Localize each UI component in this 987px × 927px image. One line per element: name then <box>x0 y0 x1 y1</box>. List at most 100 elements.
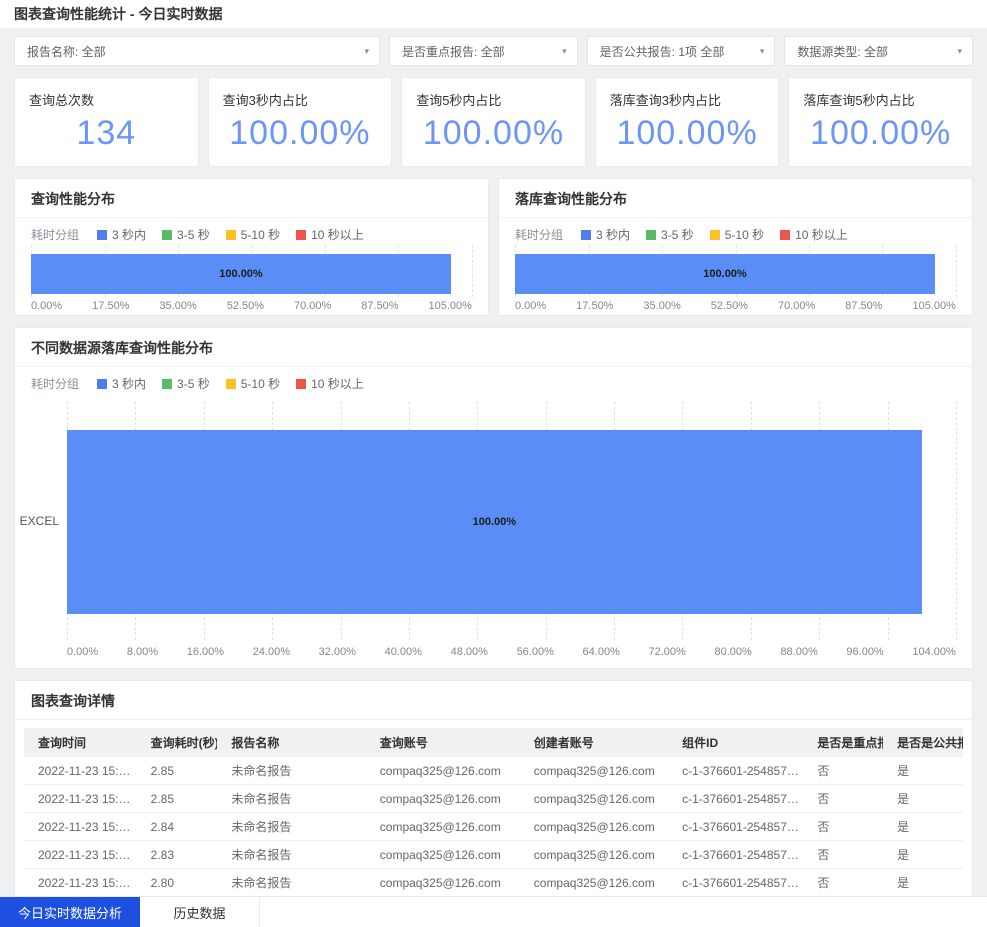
x-tick: 64.00% <box>583 646 620 658</box>
x-tick: 48.00% <box>451 646 488 658</box>
x-tick: 104.00% <box>912 646 955 658</box>
legend-label: 3 秒内 <box>112 226 146 243</box>
kpi-value: 134 <box>15 114 198 153</box>
cell-query-account: compaq325@126.com <box>366 785 520 813</box>
cell-is-key-report: 否 <box>803 813 883 841</box>
gridline <box>956 245 957 297</box>
col-query-duration-label: 查询耗时(秒) <box>151 736 218 750</box>
legend-item-3-5s[interactable]: 3-5 秒 <box>162 226 210 243</box>
legend-swatch-icon <box>296 230 306 240</box>
col-report-name: 报告名称 <box>217 728 365 757</box>
legend-item-5-10s[interactable]: 5-10 秒 <box>710 226 764 243</box>
cell-query-account: compaq325@126.com <box>366 757 520 785</box>
cell-creator-account: compaq325@126.com <box>520 813 668 841</box>
legend-item-3s[interactable]: 3 秒内 <box>581 226 630 243</box>
chart-query-performance: 查询性能分布 耗时分组 3 秒内 3-5 秒 5-10 秒 10 秒以上 100… <box>14 178 489 316</box>
chart-legend: 耗时分组 3 秒内 3-5 秒 5-10 秒 10 秒以上 <box>499 218 972 247</box>
cell-report-name: 未命名报告 <box>217 785 365 813</box>
chart-title: 不同数据源落库查询性能分布 <box>15 328 972 367</box>
legend-title: 耗时分组 <box>31 226 79 243</box>
bar-excel-3s[interactable]: 100.00% <box>67 430 922 614</box>
cell-is-key-report: 否 <box>803 757 883 785</box>
filter-key-report[interactable]: 是否重点报告: 全部 ▾ <box>389 36 578 66</box>
legend-item-3s[interactable]: 3 秒内 <box>97 375 146 392</box>
legend-label: 10 秒以上 <box>311 375 364 392</box>
bar-value-label: 100.00% <box>703 268 746 280</box>
cell-is-key-report: 否 <box>803 841 883 869</box>
cell-component-id: c-1-376601-25485762-l7sn... <box>668 869 803 897</box>
kpi-value: 100.00% <box>789 114 972 153</box>
tab-history[interactable]: 历史数据 <box>140 897 260 927</box>
bar-3s[interactable]: 100.00% <box>31 254 451 294</box>
legend-item-5-10s[interactable]: 5-10 秒 <box>226 226 280 243</box>
x-tick: 70.00% <box>778 300 815 312</box>
col-creator-account: 创建者账号 <box>520 728 668 757</box>
chevron-down-icon: ▾ <box>364 46 369 57</box>
kpi-row: 查询总次数 134 查询3秒内占比 100.00% 查询5秒内占比 100.00… <box>14 77 973 167</box>
legend-item-3-5s[interactable]: 3-5 秒 <box>646 226 694 243</box>
x-tick: 52.50% <box>711 300 748 312</box>
legend-swatch-icon <box>710 230 720 240</box>
x-tick: 105.00% <box>428 300 471 312</box>
plot-area: 100.00% <box>515 251 956 297</box>
legend-label: 3-5 秒 <box>177 375 210 392</box>
main-content: 报告名称: 全部 ▾ 是否重点报告: 全部 ▾ 是否公共报告: 1项 全部 ▾ … <box>0 28 987 927</box>
chart-store-query-performance: 落库查询性能分布 耗时分组 3 秒内 3-5 秒 5-10 秒 10 秒以上 1… <box>498 178 973 316</box>
cell-query-duration: 2.85 <box>137 785 218 813</box>
col-query-duration[interactable]: 查询耗时(秒)▼ <box>137 728 218 757</box>
legend-swatch-icon <box>226 379 236 389</box>
filter-public-report-label: 是否公共报告: 1项 全部 <box>600 43 725 60</box>
cell-is-key-report: 否 <box>803 785 883 813</box>
x-tick: 0.00% <box>515 300 546 312</box>
cell-query-time: 2022-11-23 15:02:29 <box>24 757 137 785</box>
table-header-row: 查询时间 查询耗时(秒)▼ 报告名称 查询账号 创建者账号 组件ID 是否是重点… <box>24 728 963 757</box>
bar-3s[interactable]: 100.00% <box>515 254 935 294</box>
kpi-value: 100.00% <box>402 114 585 153</box>
cell-report-name: 未命名报告 <box>217 757 365 785</box>
kpi-value: 100.00% <box>209 114 392 153</box>
legend-label: 5-10 秒 <box>241 226 280 243</box>
cell-component-id: c-1-376601-25485762-l8nz... <box>668 785 803 813</box>
cell-creator-account: compaq325@126.com <box>520 785 668 813</box>
legend-label: 5-10 秒 <box>241 375 280 392</box>
legend-label: 10 秒以上 <box>311 226 364 243</box>
chart-title: 查询性能分布 <box>15 179 488 218</box>
kpi-label: 查询总次数 <box>29 90 184 109</box>
kpi-store-query-3s-ratio: 落库查询3秒内占比 100.00% <box>595 77 780 167</box>
legend-swatch-icon <box>780 230 790 240</box>
filter-datasource-type[interactable]: 数据源类型: 全部 ▾ <box>784 36 973 66</box>
legend-title: 耗时分组 <box>31 375 79 392</box>
legend-item-10s-plus[interactable]: 10 秒以上 <box>296 226 364 243</box>
page-title: 图表查询性能统计 - 今日实时数据 <box>14 4 222 24</box>
legend-item-10s-plus[interactable]: 10 秒以上 <box>780 226 848 243</box>
cell-report-name: 未命名报告 <box>217 869 365 897</box>
legend-swatch-icon <box>97 230 107 240</box>
legend-item-3-5s[interactable]: 3-5 秒 <box>162 375 210 392</box>
kpi-label: 落库查询5秒内占比 <box>803 90 958 109</box>
col-is-key-report: 是否是重点报告 <box>803 728 883 757</box>
legend-label: 5-10 秒 <box>725 226 764 243</box>
chart-legend: 耗时分组 3 秒内 3-5 秒 5-10 秒 10 秒以上 <box>15 367 972 396</box>
cell-report-name: 未命名报告 <box>217 841 365 869</box>
cell-query-account: compaq325@126.com <box>366 841 520 869</box>
cell-query-duration: 2.80 <box>137 869 218 897</box>
legend-item-3s[interactable]: 3 秒内 <box>97 226 146 243</box>
kpi-value: 100.00% <box>596 114 779 153</box>
chart-legend: 耗时分组 3 秒内 3-5 秒 5-10 秒 10 秒以上 <box>15 218 488 247</box>
top-bar: 图表查询性能统计 - 今日实时数据 <box>0 0 987 28</box>
table-row: 2022-11-23 15:02:29 2.83 未命名报告 compaq325… <box>24 841 963 869</box>
chevron-down-icon: ▾ <box>957 46 962 57</box>
filter-public-report[interactable]: 是否公共报告: 1项 全部 ▾ <box>587 36 776 66</box>
cell-is-public-report: 是 <box>883 785 963 813</box>
x-axis: 0.00% 17.50% 35.00% 52.50% 70.00% 87.50%… <box>31 300 472 312</box>
x-tick: 0.00% <box>31 300 62 312</box>
filter-report-name[interactable]: 报告名称: 全部 ▾ <box>14 36 380 66</box>
legend-item-5-10s[interactable]: 5-10 秒 <box>226 375 280 392</box>
x-tick: 87.50% <box>361 300 398 312</box>
tab-today-realtime[interactable]: 今日实时数据分析 <box>0 897 140 927</box>
cell-query-time: 2022-11-23 15:02:29 <box>24 841 137 869</box>
col-query-account: 查询账号 <box>366 728 520 757</box>
legend-item-10s-plus[interactable]: 10 秒以上 <box>296 375 364 392</box>
bar-value-label: 100.00% <box>219 268 262 280</box>
cell-creator-account: compaq325@126.com <box>520 841 668 869</box>
